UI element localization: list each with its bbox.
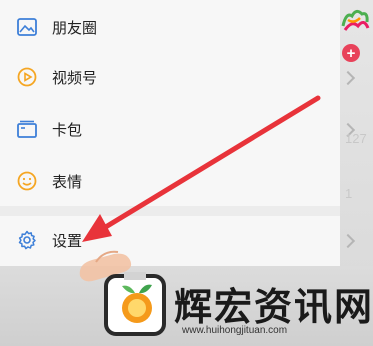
side-count: 1 [345, 186, 353, 201]
menu-item-label: 视频号 [52, 69, 98, 87]
watermark-title: 辉宏资讯网 [174, 287, 373, 329]
add-icon[interactable]: + [342, 44, 360, 62]
moments-icon [14, 14, 40, 40]
channels-icon [14, 64, 40, 90]
app-logo-icon [341, 9, 370, 31]
menu-item-label: 朋友圈 [52, 19, 98, 37]
menu-item-card-wallet[interactable]: 卡包 [0, 104, 340, 154]
sticker-smiley-icon [14, 168, 40, 194]
settings-gear-icon [14, 227, 40, 253]
menu-item-channels[interactable]: 视频号 [0, 52, 340, 102]
menu-item-settings[interactable]: 设置 [0, 215, 340, 265]
watermark-url: www.huihongjituan.com [182, 325, 288, 336]
menu-item-label: 卡包 [52, 121, 83, 139]
side-count: 127 [345, 131, 367, 146]
menu-item-stickers[interactable]: 表情 [0, 156, 340, 206]
menu-item-moments[interactable]: 朋友圈 [0, 2, 340, 52]
watermark-logo-icon [104, 272, 166, 336]
card-wallet-icon [14, 116, 40, 142]
watermark: 辉宏资讯网 www.huihongjituan.com [102, 272, 373, 342]
menu-item-label: 表情 [52, 173, 83, 191]
